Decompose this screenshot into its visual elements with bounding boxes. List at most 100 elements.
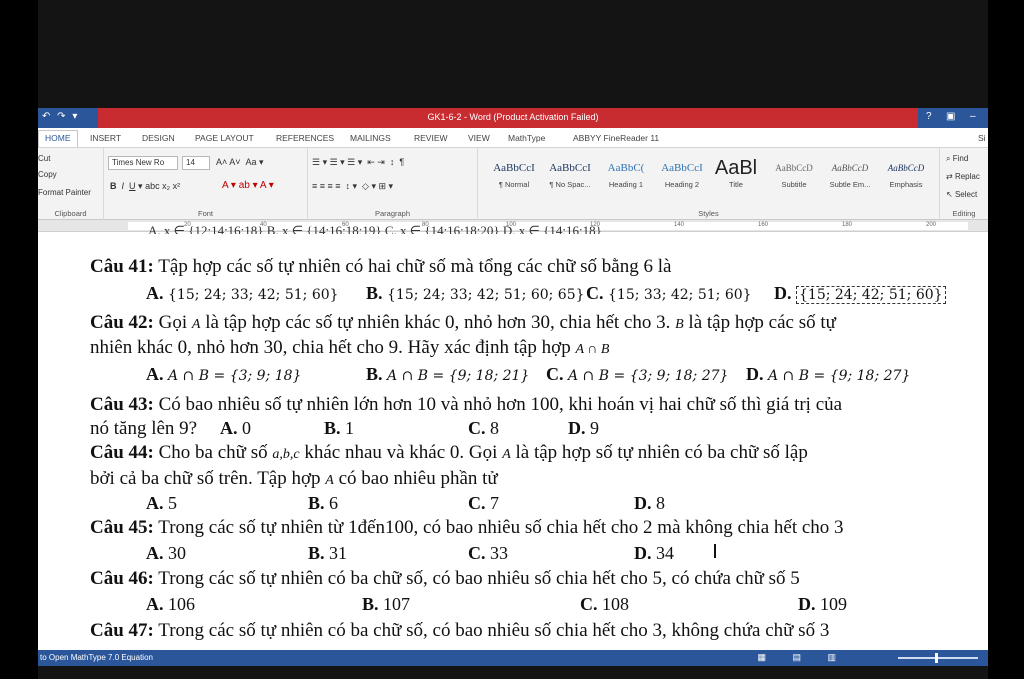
style-heading-2[interactable]: AaBbCcI Heading 2 xyxy=(652,156,712,196)
font-grow-shrink-icon[interactable]: A˄ A˅ Aa ▾ xyxy=(216,157,264,168)
align-icons[interactable]: ≡ ≡ ≡ ≡ ↕ ▾ ◇ ▾ ⊞ ▾ xyxy=(312,181,393,192)
question-46: Câu 46: Trong các số tự nhiên có ba chữ … xyxy=(90,568,800,589)
selected-equation: {15; 24; 42; 51; 60} xyxy=(796,286,946,304)
font-group: Times New Ro 14 A˄ A˅ Aa ▾ B I U ▾ abc x… xyxy=(104,148,308,220)
q43-option-a: A. 0 xyxy=(220,418,251,438)
editing-label: Editing xyxy=(952,209,976,218)
question-45: Câu 45: Trong các số tự nhiên từ 1đến100… xyxy=(90,517,844,538)
ruler-mark: 180 xyxy=(842,222,853,228)
q43-option-d: D. 9 xyxy=(568,418,599,438)
style-normal[interactable]: AaBbCcI ¶ Normal xyxy=(484,156,544,196)
editing-group: ⌕ Find ⇄ Replac ↖ Select Editing xyxy=(940,148,988,220)
paragraph-group: ☰ ▾ ☰ ▾ ☰ ▾ ⇤ ⇥ ↕ ¶ ≡ ≡ ≡ ≡ ↕ ▾ ◇ ▾ ⊞ ▾ … xyxy=(308,148,478,220)
status-text: to Open MathType 7.0 Equation xyxy=(40,653,153,662)
q44-option-d: D. 8 xyxy=(634,493,665,513)
status-bar: to Open MathType 7.0 Equation ▦ ▤ ▥ xyxy=(38,650,988,666)
font-size-box[interactable]: 14 xyxy=(182,156,210,170)
q43-option-c: C. 8 xyxy=(468,418,499,438)
q44-option-c: C. 7 xyxy=(468,493,499,513)
list-icons[interactable]: ☰ ▾ ☰ ▾ ☰ ▾ ⇤ ⇥ ↕ ¶ xyxy=(312,157,404,168)
style-no-spacing[interactable]: AaBbCcI ¶ No Spac... xyxy=(540,156,600,196)
minimize-button[interactable]: – xyxy=(970,111,976,122)
font-color-icon[interactable]: A ▾ ab ▾ A ▾ xyxy=(222,180,274,191)
tab-mathtype[interactable]: MathType xyxy=(508,133,545,143)
question-47: Câu 47: Trong các số tự nhiên có ba chữ … xyxy=(90,620,830,641)
copy-button[interactable]: Copy xyxy=(38,170,57,179)
style-heading-1[interactable]: AaBbC( Heading 1 xyxy=(596,156,656,196)
q42-option-d: D. A ∩ B = {9; 18; 27} xyxy=(746,364,911,384)
top-black-border xyxy=(38,0,988,108)
q46-option-b: B. 107 xyxy=(362,594,411,614)
zoom-slider[interactable] xyxy=(898,657,978,659)
q43-option-b: B. 1 xyxy=(324,418,355,438)
tab-abbyy[interactable]: ABBYY FineReader 11 xyxy=(573,133,659,143)
ruler-mark: 200 xyxy=(926,222,937,228)
tab-references[interactable]: REFERENCES xyxy=(276,133,334,143)
title-bar: ↶ ↷ ▾ GK1-6-2 - Word (Product Activation… xyxy=(38,108,988,128)
style-emphasis[interactable]: AaBbCcD Emphasis xyxy=(876,156,936,196)
cut-button[interactable]: Cut xyxy=(38,154,50,163)
q44-option-a: A. 5 xyxy=(146,493,177,513)
q44-option-b: B. 6 xyxy=(308,493,339,513)
tab-insert[interactable]: INSERT xyxy=(90,133,121,143)
font-label: Font xyxy=(197,209,213,218)
replace-button[interactable]: ⇄ Replac xyxy=(946,172,980,181)
q45-option-d: D. 34 xyxy=(634,543,674,563)
question-41: Câu 41: Tập hợp các số tự nhiên có hai c… xyxy=(90,256,672,277)
q41-option-a: A. {15; 24; 33; 42; 51; 60} xyxy=(146,283,339,303)
question-42: Câu 42: Gọi A là tập hợp các số tự nhiên… xyxy=(90,312,836,333)
q41-option-d: D. {15; 24; 42; 51; 60} xyxy=(774,283,946,304)
sign-in-link[interactable]: Si xyxy=(978,133,986,143)
tab-design[interactable]: DESIGN xyxy=(142,133,175,143)
format-painter-button[interactable]: Format Painter xyxy=(38,188,91,197)
q46-option-c: C. 108 xyxy=(580,594,629,614)
q42-option-a: A. A ∩ B = {3; 9; 18} xyxy=(146,364,302,384)
font-format-icons[interactable]: B I U ▾ abc x₂ x² xyxy=(110,181,180,192)
q45-option-c: C. 33 xyxy=(468,543,508,563)
question-44: Câu 44: Cho ba chữ số a,b,c khác nhau và… xyxy=(90,442,808,463)
ribbon-display-button[interactable]: ▣ xyxy=(946,111,955,122)
style-subtle-emphasis[interactable]: AaBbCcD Subtle Em... xyxy=(820,156,880,196)
style-subtitle[interactable]: AaBbCcD Subtitle xyxy=(764,156,824,196)
partial-previous-options: A. x ∈ {12;14;16;18} B. x ∈ {14;16;18;19… xyxy=(148,223,602,234)
styles-label: Styles xyxy=(698,209,719,218)
ribbon: Cut Copy Format Painter Clipboard Times … xyxy=(38,148,988,220)
view-mode-icons[interactable]: ▦ ▤ ▥ xyxy=(757,652,848,663)
clipboard-group: Cut Copy Format Painter Clipboard xyxy=(38,148,104,220)
question-43-line-2: nó tăng lên 9? xyxy=(90,418,198,439)
ruler-mark: 160 xyxy=(758,222,769,228)
cursor-icon: ↖ xyxy=(946,190,955,199)
question-43: Câu 43: Có bao nhiêu số tự nhiên lớn hơn… xyxy=(90,394,843,415)
document-page[interactable]: A. x ∈ {12;14;16;18} B. x ∈ {14;16;18;19… xyxy=(38,223,988,650)
question-42-line-2: nhiên khác 0, nhỏ hơn 30, chia hết cho 9… xyxy=(90,337,610,358)
q46-option-a: A. 106 xyxy=(146,594,195,614)
q41-option-c: C. {15; 33; 42; 51; 60} xyxy=(586,283,752,303)
bottom-black-border xyxy=(38,666,988,679)
find-button[interactable]: ⌕ Find xyxy=(946,154,968,164)
help-button[interactable]: ? xyxy=(926,111,932,122)
select-button[interactable]: ↖ Select xyxy=(946,190,977,199)
tab-home[interactable]: HOME xyxy=(38,130,78,147)
text-cursor xyxy=(714,544,716,558)
q42-option-b: B. A ∩ B = {9; 18; 21} xyxy=(366,364,530,384)
binoculars-icon: ⌕ xyxy=(946,154,953,163)
tab-view[interactable]: VIEW xyxy=(468,133,490,143)
screen: ↶ ↷ ▾ GK1-6-2 - Word (Product Activation… xyxy=(38,0,988,679)
q41-option-b: B. {15; 24; 33; 42; 51; 60; 65} xyxy=(366,283,585,303)
q42-option-c: C. A ∩ B = {3; 9; 18; 27} xyxy=(546,364,729,384)
font-name-box[interactable]: Times New Ro xyxy=(108,156,178,170)
q45-option-b: B. 31 xyxy=(308,543,348,563)
tab-review[interactable]: REVIEW xyxy=(414,133,448,143)
styles-group: AaBbCcI ¶ Normal AaBbCcI ¶ No Spac... Aa… xyxy=(478,148,940,220)
ruler-mark: 140 xyxy=(674,222,685,228)
zoom-slider-handle[interactable] xyxy=(935,653,938,663)
window-title: GK1-6-2 - Word (Product Activation Faile… xyxy=(427,112,599,122)
clipboard-label: Clipboard xyxy=(54,209,87,218)
tab-mailings[interactable]: MAILINGS xyxy=(350,133,391,143)
replace-icon: ⇄ xyxy=(946,172,955,181)
question-44-line-2: bởi cả ba chữ số trên. Tập hợp A có bao … xyxy=(90,468,498,489)
style-title[interactable]: AaBl Title xyxy=(706,156,766,196)
ribbon-tabs: HOME INSERT DESIGN PAGE LAYOUT REFERENCE… xyxy=(38,128,988,148)
tab-page-layout[interactable]: PAGE LAYOUT xyxy=(195,133,254,143)
paragraph-label: Paragraph xyxy=(374,209,411,218)
